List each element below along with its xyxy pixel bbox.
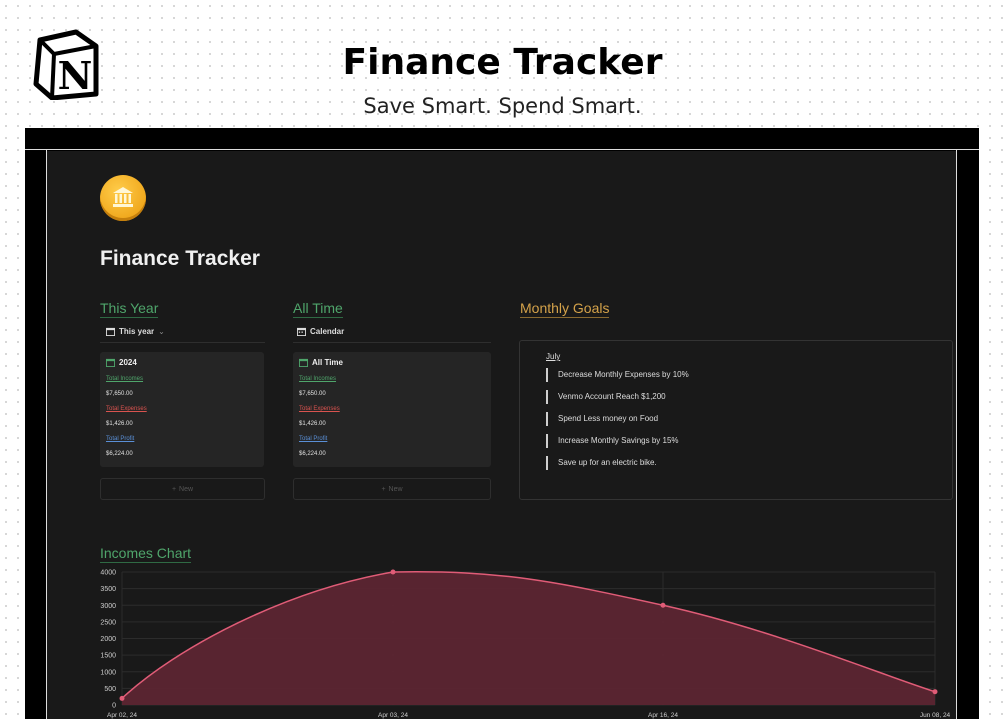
notion-page: Finance Tracker This Year This year ⌄ 20… xyxy=(47,151,956,719)
data-point xyxy=(932,689,938,695)
page-header-subtitle: Save Smart. Spend Smart. xyxy=(363,94,642,118)
incomes-chart: 0 500 1000 1500 2000 2500 3000 3500 4000 Apr 02, … xyxy=(100,569,951,719)
y-tick-label: 3000 xyxy=(100,603,116,610)
y-tick-label: 3500 xyxy=(100,586,116,593)
data-point xyxy=(390,569,396,575)
x-tick-label: Apr 16, 24 xyxy=(648,712,678,719)
x-tick-label: Jun 08, 24 xyxy=(920,712,951,719)
frame-divider xyxy=(956,150,957,719)
frame-divider xyxy=(25,149,979,150)
x-tick-label: Apr 02, 24 xyxy=(107,712,137,719)
y-tick-label: 1500 xyxy=(100,653,116,660)
y-tick-label: 1000 xyxy=(100,669,116,676)
y-tick-label: 500 xyxy=(104,686,116,693)
page-header-title: Finance Tracker xyxy=(342,42,663,83)
data-point xyxy=(660,602,666,608)
data-point xyxy=(119,695,125,701)
x-tick-label: Apr 03, 24 xyxy=(378,712,408,719)
y-tick-label: 0 xyxy=(112,703,116,710)
y-tick-label: 2000 xyxy=(100,636,116,643)
y-tick-label: 4000 xyxy=(100,570,116,577)
y-tick-label: 2500 xyxy=(100,619,116,626)
